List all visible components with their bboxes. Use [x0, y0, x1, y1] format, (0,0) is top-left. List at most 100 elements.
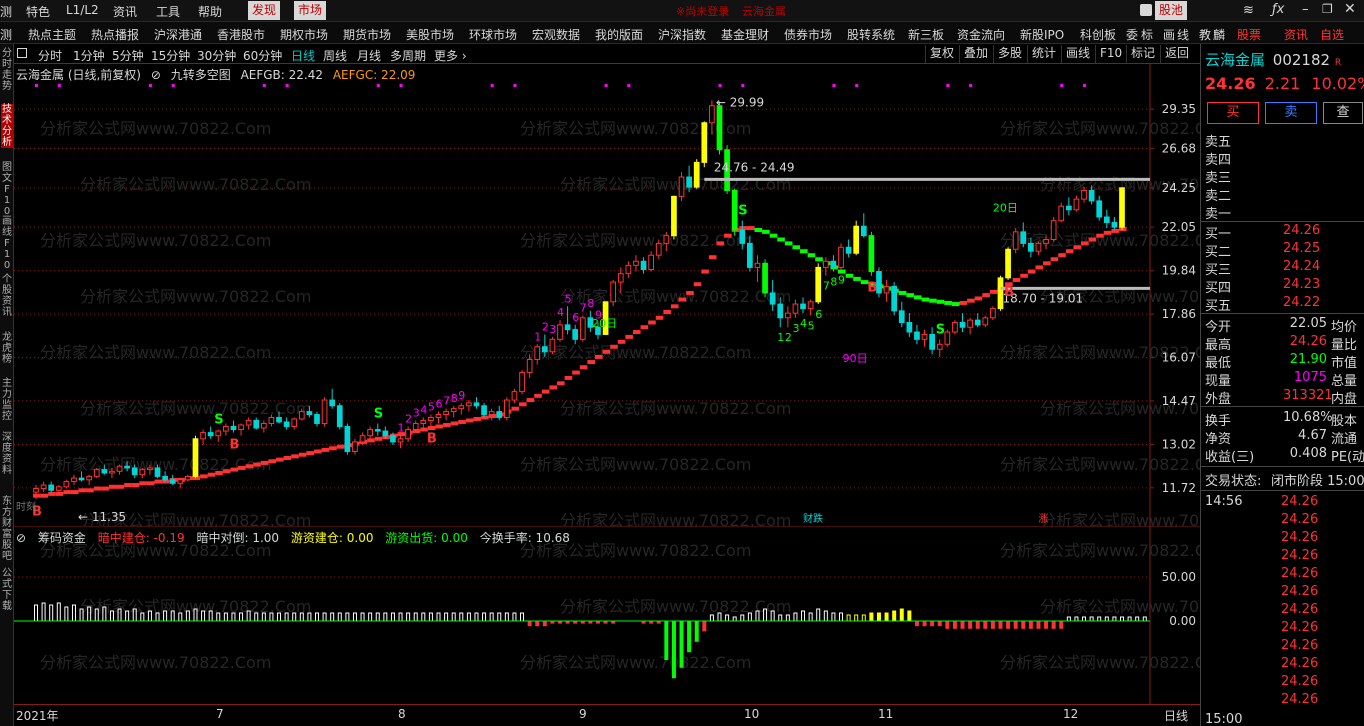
- candlestick-chart[interactable]: 分析家公式网www.70822.Com 分析家公式网www.70822.Com 分析…: [14, 64, 1200, 526]
- menu-item-market[interactable]: 市场: [294, 1, 327, 20]
- sell-button[interactable]: 卖: [1265, 102, 1317, 124]
- period-tab[interactable]: 5分钟: [112, 47, 144, 64]
- period-tab[interactable]: 月线: [357, 47, 381, 64]
- candle-body: [291, 418, 298, 427]
- ma-step: [268, 459, 277, 464]
- sidebar-tab[interactable]: 分时走势: [1, 48, 13, 92]
- candle-body: [1065, 205, 1072, 211]
- nav-item[interactable]: 热点播报: [91, 26, 139, 43]
- nav-item[interactable]: 科创板: [1080, 26, 1116, 43]
- indicator-chart[interactable]: 分析家公式网www.70822.Com 分析家公式网www.70822.Com 分析…: [14, 526, 1200, 704]
- menu-item-help[interactable]: 帮助: [198, 3, 222, 20]
- query-button[interactable]: 查: [1323, 102, 1363, 124]
- sidebar-tab[interactable]: 深度资料: [1, 432, 13, 476]
- nav-item[interactable]: 热点主题: [28, 26, 76, 43]
- period-more[interactable]: 更多 ›: [434, 47, 467, 64]
- toolbar-button[interactable]: 多股: [993, 45, 1022, 63]
- period-tab[interactable]: 15分钟: [151, 47, 190, 64]
- layers-icon[interactable]: ≋: [1243, 3, 1254, 18]
- nav-item[interactable]: 环球市场: [469, 26, 517, 43]
- ma-step: [48, 491, 56, 496]
- period-tab-active[interactable]: 日线: [291, 47, 315, 64]
- toolbar-button[interactable]: F10: [1095, 45, 1122, 63]
- period-tab[interactable]: 多周期: [390, 47, 426, 64]
- formula-icon[interactable]: ƒx: [1272, 2, 1284, 17]
- nav-item[interactable]: 测: [0, 26, 12, 43]
- indicator-settings-icon[interactable]: ⊘: [16, 531, 26, 545]
- nav-item[interactable]: 期权市场: [280, 26, 328, 43]
- period-tab[interactable]: 60分钟: [243, 47, 282, 64]
- menu-item-tools[interactable]: 工具: [156, 3, 180, 20]
- toolbar-button[interactable]: 叠加: [959, 45, 988, 63]
- signal-dot: [399, 84, 403, 87]
- toolbar-button[interactable]: 返回: [1160, 45, 1189, 63]
- count-marker: 3: [413, 406, 420, 419]
- sidebar-tab[interactable]: 画线F10: [1, 216, 13, 271]
- nav-item[interactable]: 沪深港通: [154, 26, 202, 43]
- nav-item[interactable]: 期货市场: [343, 26, 391, 43]
- sidebar-tab[interactable]: 主力监控: [1, 378, 13, 422]
- period-tab[interactable]: 周线: [323, 47, 347, 64]
- menu-item-test[interactable]: 测: [0, 3, 12, 20]
- buy-button[interactable]: 买: [1207, 102, 1259, 124]
- ma-step: [450, 421, 459, 426]
- nav-item[interactable]: 资金流向: [957, 26, 1005, 43]
- stock-pool-button[interactable]: 股池: [1155, 1, 1188, 20]
- nav-item[interactable]: 教: [1199, 26, 1211, 43]
- menu-item-l1l2[interactable]: L1/L2: [66, 3, 99, 17]
- toolbar-button[interactable]: 统计: [1027, 45, 1056, 63]
- indicator-dropdown-icon[interactable]: ⊘: [151, 68, 161, 82]
- minimize-icon[interactable]: –: [1302, 2, 1309, 17]
- nav-item[interactable]: 新股IPO: [1020, 26, 1064, 43]
- nav-item[interactable]: 基金理财: [721, 26, 769, 43]
- nav-item[interactable]: 债券市场: [784, 26, 832, 43]
- period-tab[interactable]: 分时: [38, 47, 62, 64]
- login-status[interactable]: ※尚未登录: [676, 3, 729, 19]
- indicator-panel-name[interactable]: 筹码资金: [38, 531, 86, 545]
- sidebar-tab-active[interactable]: 技术分析: [1, 104, 13, 148]
- menu-item-discover[interactable]: 发现: [248, 1, 281, 20]
- nav-item[interactable]: 委: [1126, 26, 1138, 43]
- grid-icon[interactable]: [17, 48, 27, 58]
- nav-item[interactable]: 股票: [1237, 26, 1261, 43]
- candle-body: [944, 331, 951, 345]
- menu-item-features[interactable]: 特色: [26, 3, 50, 20]
- youzi-chuhuo: 游资出货: 0.00: [385, 531, 468, 545]
- nav-item[interactable]: 自选: [1320, 26, 1344, 43]
- toolbar-button[interactable]: 复权: [925, 45, 954, 63]
- indicator-bar: [945, 621, 950, 629]
- nav-item[interactable]: 画: [1163, 26, 1175, 43]
- count-marker: 7: [580, 301, 587, 314]
- nav-item[interactable]: 麟: [1213, 26, 1225, 43]
- x-tick: 7: [216, 707, 224, 721]
- nav-item[interactable]: 标: [1141, 26, 1153, 43]
- candle-body: [906, 321, 913, 333]
- sidebar-tab[interactable]: 个股资讯: [1, 274, 13, 318]
- sidebar-tab[interactable]: 东方财富股吧: [1, 496, 13, 562]
- period-tab[interactable]: 30分钟: [197, 47, 236, 64]
- count-marker: 7: [443, 395, 450, 408]
- nav-item[interactable]: 资讯: [1284, 26, 1308, 43]
- nav-item[interactable]: 美股市场: [406, 26, 454, 43]
- restore-icon[interactable]: ❐: [1322, 2, 1333, 16]
- nav-item[interactable]: 新三板: [908, 26, 944, 43]
- indicator-bar: [687, 621, 692, 653]
- sidebar-tab[interactable]: 公式下载: [1, 568, 13, 612]
- nav-item[interactable]: 线: [1177, 26, 1189, 43]
- bag-icon[interactable]: [1140, 4, 1152, 16]
- nav-item[interactable]: 沪深指数: [658, 26, 706, 43]
- nav-item[interactable]: 香港股市: [217, 26, 265, 43]
- nav-item[interactable]: 宏观数据: [532, 26, 580, 43]
- ma-step: [906, 293, 914, 298]
- indicator-name[interactable]: 九转多空图: [171, 68, 231, 82]
- close-icon[interactable]: ✕: [1344, 1, 1356, 17]
- toolbar-button[interactable]: 标记: [1126, 45, 1155, 63]
- nav-item[interactable]: 我的版面: [595, 26, 643, 43]
- nav-item[interactable]: 股转系统: [847, 26, 895, 43]
- toolbar-button[interactable]: 画线: [1061, 45, 1090, 63]
- period-tab[interactable]: 1分钟: [73, 47, 105, 64]
- sidebar-tab[interactable]: 图文F10: [1, 162, 13, 217]
- sidebar-tab[interactable]: 龙虎榜: [1, 332, 13, 365]
- ma-step: [78, 488, 87, 493]
- menu-item-news[interactable]: 资讯: [113, 3, 137, 20]
